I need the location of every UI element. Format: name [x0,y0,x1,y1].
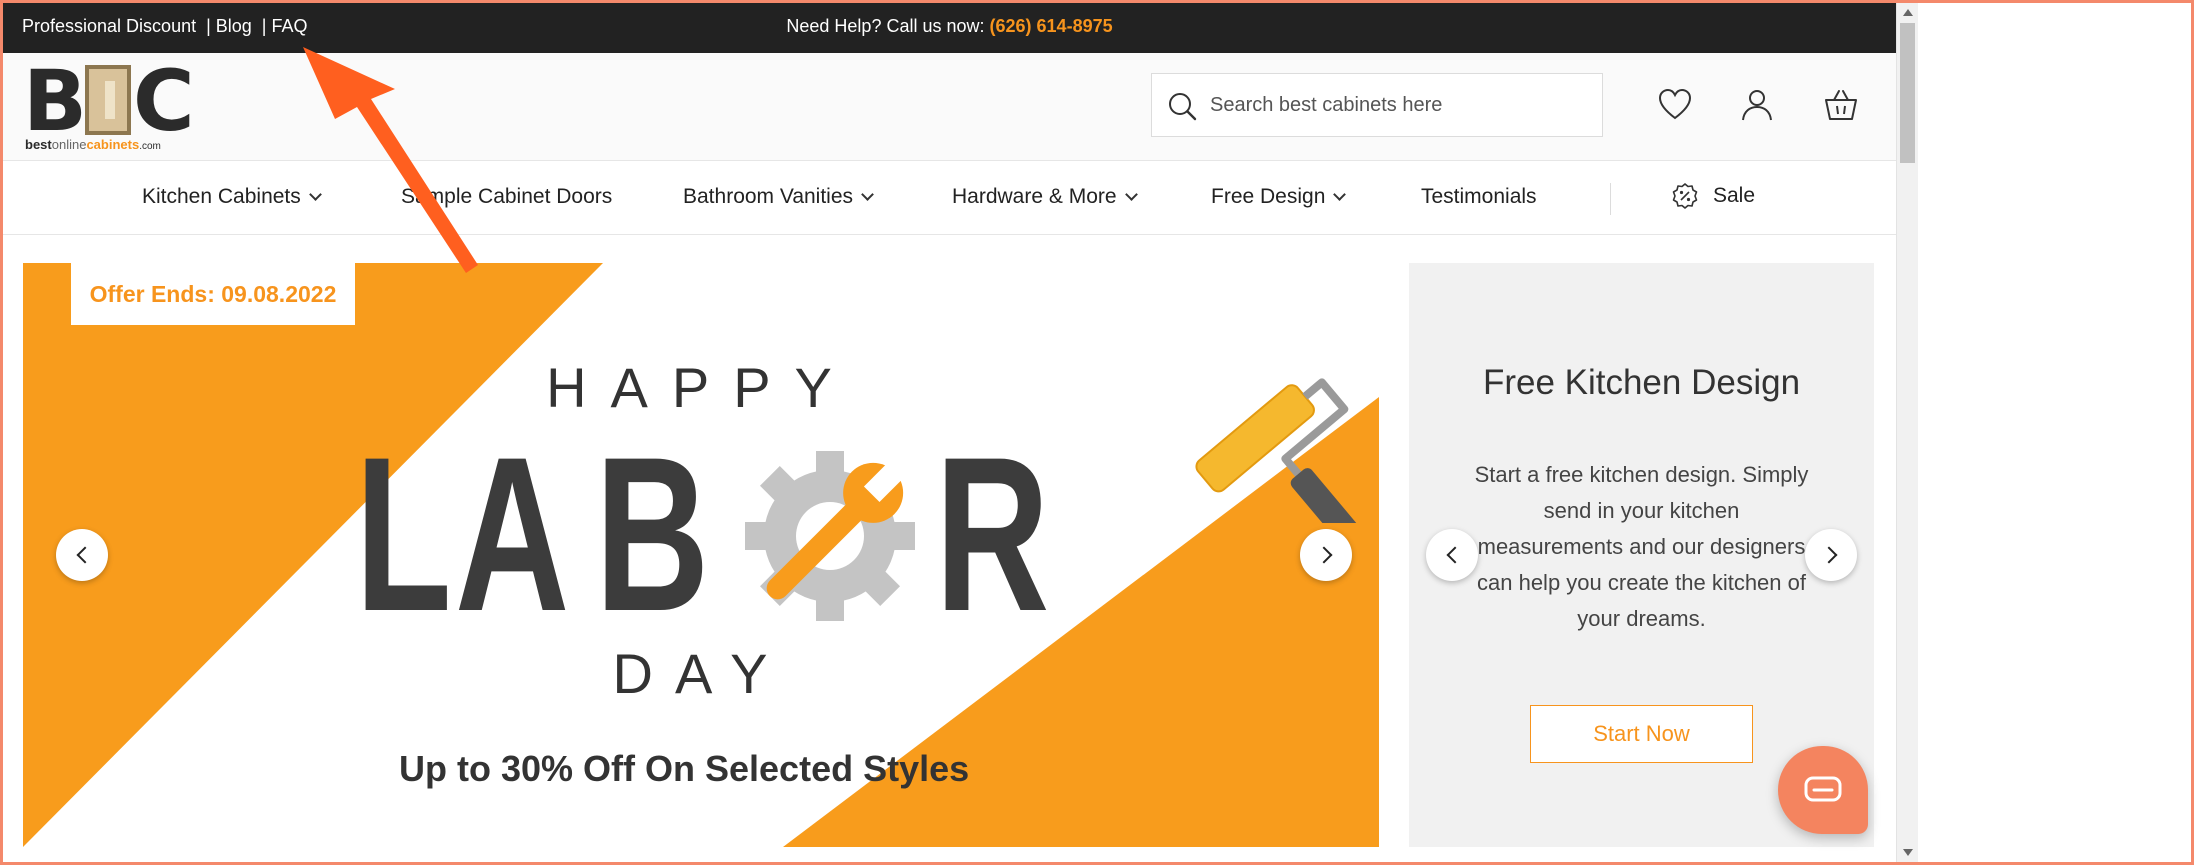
annotation-arrow [303,47,478,273]
panel-prev-button[interactable] [1426,529,1478,581]
banner-next-button[interactable] [1300,529,1352,581]
banner-prev-button[interactable] [56,529,108,581]
percent-badge-icon [1672,183,1698,209]
chevron-right-icon [1315,546,1332,564]
panel-title: Free Kitchen Design [1482,363,1801,402]
chevron-down-icon [1124,188,1138,201]
labor-letter: R [935,411,1050,657]
labor-letter: L [355,411,452,657]
scroll-down-icon[interactable] [1903,849,1913,856]
nav-divider [1610,183,1611,215]
start-now-button[interactable]: Start Now [1530,705,1753,763]
chevron-down-icon [1333,188,1347,201]
promo-banner[interactable]: Offer Ends: 09.08.2022 HAPPY L A B R DAY… [23,263,1379,847]
logo-tagline-part: best [25,137,52,152]
chevron-down-icon [861,188,874,201]
gear-wrench-icon [745,451,915,621]
chevron-left-icon [1446,546,1463,564]
nav-item-label: Sale [1713,184,1756,207]
logo-tagline-part: online [51,137,87,152]
nav-bathroom-vanities[interactable]: Bathroom Vanities [683,185,874,209]
panel-description: Start a free kitchen design. Simply send… [1474,462,1809,631]
nav-free-design[interactable]: Free Design [1211,185,1347,209]
search-icon[interactable] [1166,90,1198,122]
nav-item-label: Bathroom Vanities [683,185,854,208]
chevron-left-icon [76,546,93,564]
labor-letter: B [595,411,710,657]
banner-labor-text: L A B R [355,411,1055,657]
logo-tagline-part: .com [139,141,161,152]
banner-tagline: Up to 30% Off On Selected Styles [399,748,970,789]
help-label: Need Help? Call us now: [786,16,985,36]
logo-mark: B C [23,52,195,150]
nav-hardware-more[interactable]: Hardware & More [952,185,1138,209]
basket-icon[interactable] [1823,87,1859,123]
search-input[interactable] [1210,74,1590,136]
logo-letter-b: B [23,52,87,150]
heart-icon[interactable] [1657,87,1693,123]
phone-link[interactable]: (626) 614-8975 [990,16,1113,36]
chat-button[interactable] [1778,746,1868,834]
chat-bubble-icon [1804,776,1842,802]
web-page: Professional Discount | Blog | FAQ Need … [3,3,1896,862]
cabinet-door-icon [85,65,132,135]
paint-roller-icon [1195,378,1358,523]
labor-letter: A [455,411,570,657]
logo-letter-c: C [133,52,195,150]
help-text: Need Help? Call us now: (626) 614-8975 [3,16,1896,37]
site-logo[interactable]: B C bestonlinecabinets.com [23,59,195,153]
search-box [1151,73,1603,137]
chevron-right-icon [1820,546,1837,564]
user-icon[interactable] [1739,87,1775,123]
logo-tagline: bestonlinecabinets.com [25,137,161,152]
vertical-scrollbar[interactable] [1896,3,1918,862]
nav-sale[interactable]: Sale [1671,182,1755,210]
panel-next-button[interactable] [1805,529,1857,581]
nav-item-label: Hardware & More [952,185,1117,208]
nav-item-label: Testimonials [1421,185,1537,208]
nav-item-label: Free Design [1211,185,1326,208]
logo-tagline-part: cabinets [86,137,140,152]
scroll-up-icon[interactable] [1903,9,1913,16]
nav-testimonials[interactable]: Testimonials [1421,185,1537,209]
banner-day-text: DAY [612,642,790,705]
nav-item-label: Kitchen Cabinets [142,185,301,208]
scroll-thumb[interactable] [1900,23,1915,163]
